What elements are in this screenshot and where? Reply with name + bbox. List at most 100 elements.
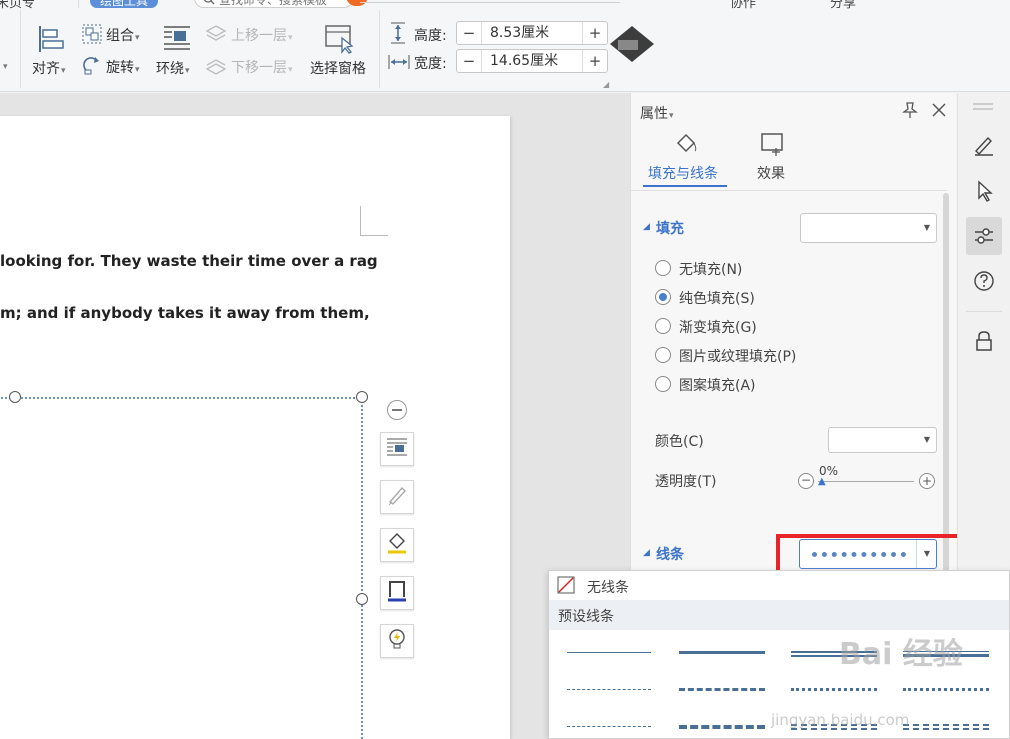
- chevron-down-icon: ▼: [923, 435, 930, 444]
- resize-handle[interactable]: [356, 593, 368, 605]
- pin-icon[interactable]: [901, 101, 919, 123]
- preset-line-dash-thin[interactable]: [567, 689, 651, 690]
- rotate-button[interactable]: 旋转▾: [82, 56, 152, 78]
- selection-pane-label: 选择窗格: [310, 61, 366, 77]
- radio-button[interactable]: [655, 260, 671, 276]
- height-minus-button[interactable]: −: [457, 24, 481, 42]
- send-backward-label: 下移一层▾: [231, 60, 293, 76]
- bring-forward-button[interactable]: 上移一层▾: [205, 24, 305, 46]
- bring-forward-label: 上移一层▾: [231, 28, 293, 44]
- search-underline: [360, 2, 620, 3]
- fill-option-pattern[interactable]: 图案填充(A): [655, 373, 855, 395]
- section-collapse-icon[interactable]: ◢: [643, 222, 650, 232]
- tab-fill-and-line[interactable]: 填充与线条: [643, 129, 729, 187]
- lock-button[interactable]: [970, 329, 998, 357]
- outline-color-button[interactable]: [380, 576, 414, 610]
- radio-button-selected[interactable]: [655, 289, 671, 305]
- send-backward-button[interactable]: 下移一层▾: [205, 56, 305, 78]
- fill-option-gradient[interactable]: 渐变填充(G): [655, 315, 855, 337]
- transparency-slider-track[interactable]: [818, 481, 914, 482]
- fill-option-picture[interactable]: 图片或纹理填充(P): [655, 344, 875, 366]
- fill-color-dropdown[interactable]: ▼: [828, 427, 937, 453]
- style-brush-button[interactable]: [380, 480, 414, 514]
- no-line-option[interactable]: 无线条: [549, 571, 1009, 600]
- search-box[interactable]: 查找命令、搜索模板: [194, 0, 354, 8]
- preset-line-solid-medium[interactable]: [679, 651, 765, 654]
- properties-toggle-button[interactable]: [966, 217, 1002, 255]
- width-minus-button[interactable]: −: [457, 52, 481, 70]
- smart-suggest-button[interactable]: [380, 624, 414, 658]
- preset-line-dash-medium[interactable]: [679, 688, 765, 691]
- selection-pane-icon: [324, 24, 356, 58]
- width-input[interactable]: 14.65厘米: [481, 50, 583, 72]
- style-pen-button[interactable]: [970, 133, 998, 161]
- group-button[interactable]: 组合▾: [82, 24, 152, 46]
- panel-scrollbar[interactable]: [943, 193, 949, 573]
- tab-fill-and-line-label: 填充与线条: [648, 166, 718, 182]
- transparency-decrease-button[interactable]: −: [798, 473, 814, 489]
- width-spinner[interactable]: − 14.65厘米 +: [456, 49, 608, 73]
- height-spinner[interactable]: − 8.53厘米 +: [456, 21, 608, 45]
- fill-bucket-icon: [386, 531, 408, 559]
- no-line-icon: [557, 576, 575, 598]
- fill-option-label: 图案填充(A): [679, 378, 756, 394]
- dark-diamond-icon: [608, 24, 658, 68]
- width-plus-button[interactable]: +: [583, 52, 607, 70]
- transparency-label: 透明度(T): [655, 474, 717, 490]
- align-button[interactable]: 对齐▾: [30, 22, 70, 88]
- ribbon-overflow-caret[interactable]: ▾: [3, 62, 8, 72]
- preset-line-double-long-dash[interactable]: [903, 724, 989, 730]
- minus-icon: [392, 409, 402, 411]
- fill-option-none[interactable]: 无填充(N): [655, 257, 855, 279]
- preset-line-dotted[interactable]: [791, 688, 877, 691]
- transparency-slider-thumb[interactable]: ▲: [818, 476, 826, 487]
- preset-line-long-dash-thin[interactable]: [567, 726, 651, 727]
- collapse-toolbar-button[interactable]: [387, 400, 407, 420]
- height-icon: [388, 22, 408, 48]
- search-icon: [203, 0, 215, 9]
- tab-drawing-tools[interactable]: 绘图工具: [90, 0, 159, 8]
- selected-shape-frame[interactable]: [0, 397, 363, 739]
- preset-line-long-dash[interactable]: [679, 725, 765, 729]
- tab-effects[interactable]: 效果: [751, 129, 795, 187]
- preset-line-solid-thin[interactable]: [567, 652, 651, 653]
- fill-color-button[interactable]: [380, 528, 414, 562]
- tab-share[interactable]: 分享: [830, 0, 856, 11]
- divider: [631, 190, 947, 191]
- radio-button[interactable]: [655, 376, 671, 392]
- preset-line-dotted-fine[interactable]: [903, 688, 989, 691]
- help-button[interactable]: [970, 269, 998, 297]
- resize-handle[interactable]: [356, 391, 368, 403]
- line-style-menu: 无线条 预设线条 Bai 经验 jingyan.baidu.com: [548, 570, 1010, 739]
- help-icon: [973, 270, 995, 296]
- radio-button[interactable]: [655, 318, 671, 334]
- radio-button[interactable]: [655, 347, 671, 363]
- transparency-increase-button[interactable]: +: [919, 473, 935, 489]
- select-pointer-button[interactable]: [970, 179, 998, 207]
- chevron-down-icon: ▼: [923, 223, 930, 232]
- height-plus-button[interactable]: +: [583, 24, 607, 42]
- section-collapse-icon[interactable]: ◢: [643, 548, 650, 558]
- resize-handle[interactable]: [9, 391, 21, 403]
- divider: [966, 311, 1002, 312]
- wrap-text-icon: [162, 24, 192, 56]
- wrap-button[interactable]: 环绕▾: [156, 22, 200, 88]
- ribbon-tab-cut[interactable]: 宋页专: [0, 0, 35, 11]
- fill-option-solid[interactable]: 纯色填充(S): [655, 286, 855, 308]
- layout-options-button[interactable]: [380, 432, 414, 466]
- panel-title[interactable]: 属性▾: [640, 103, 674, 123]
- pen-icon: [973, 134, 995, 160]
- rotate-label: 旋转▾: [106, 60, 140, 76]
- close-icon[interactable]: [931, 102, 947, 122]
- tab-collaborate[interactable]: 协作: [730, 0, 756, 11]
- active-tab-underline: [643, 185, 727, 187]
- fill-section-label[interactable]: 填充: [656, 218, 684, 238]
- line-section-label[interactable]: 线条: [656, 544, 684, 564]
- height-input[interactable]: 8.53厘米: [481, 22, 583, 44]
- fill-preset-dropdown[interactable]: ▼: [800, 213, 937, 243]
- selection-pane-button[interactable]: 选择窗格: [308, 22, 374, 88]
- tab-divider: [78, 0, 79, 8]
- watermark-logo: Bai 经验: [839, 637, 963, 672]
- size-dialog-launcher-icon[interactable]: ◢: [603, 80, 609, 89]
- align-left-icon: [36, 24, 66, 58]
